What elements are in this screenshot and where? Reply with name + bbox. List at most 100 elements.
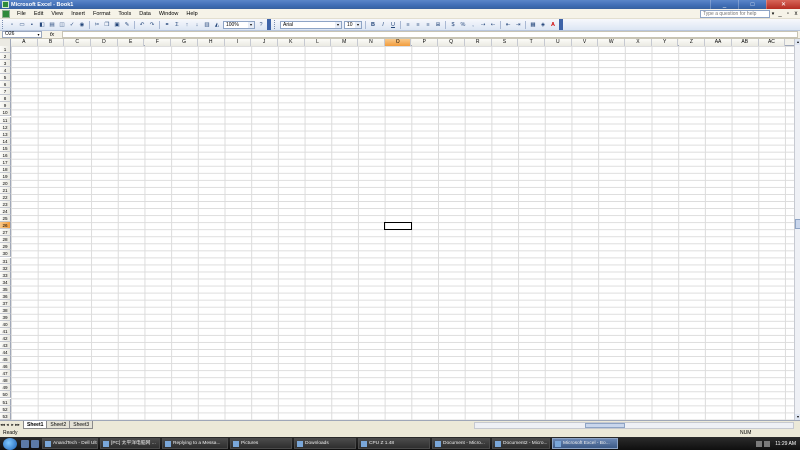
increase-indent-icon[interactable]: ⇥ [514, 21, 522, 29]
network-icon[interactable] [756, 440, 763, 447]
cell-area[interactable] [11, 46, 794, 420]
name-box[interactable]: O26 ▾ [2, 31, 42, 38]
column-header[interactable]: W [598, 39, 626, 46]
open-icon[interactable]: ▭ [18, 21, 26, 29]
start-button[interactable] [3, 437, 17, 450]
decrease-indent-icon[interactable]: ⇤ [504, 21, 512, 29]
undo-icon[interactable]: ↶ [138, 21, 146, 29]
format-painter-icon[interactable]: ✎ [123, 21, 131, 29]
format-toolbar-grip[interactable] [274, 20, 277, 29]
font-size-select[interactable]: 10 ▾ [344, 20, 362, 29]
row-header[interactable]: 19 [0, 172, 11, 180]
zoom-dropdown-icon[interactable]: ▾ [248, 21, 254, 28]
row-header[interactable]: 9 [0, 102, 11, 110]
row-header[interactable]: 21 [0, 187, 11, 195]
row-header[interactable]: 45 [0, 356, 11, 364]
last-sheet-icon[interactable]: ▸▸ [15, 422, 20, 428]
comma-style-icon[interactable]: , [469, 21, 477, 29]
row-header[interactable]: 20 [0, 179, 11, 187]
paste-icon[interactable]: ▣ [113, 21, 121, 29]
row-header[interactable]: 42 [0, 335, 11, 343]
insert-function-icon[interactable]: fx [42, 32, 62, 38]
redo-icon[interactable]: ↷ [148, 21, 156, 29]
column-header[interactable]: AB [731, 39, 759, 46]
merge-center-icon[interactable]: ⊞ [434, 21, 442, 29]
clock[interactable]: 11:29 AM [775, 441, 796, 447]
column-header[interactable]: H [197, 39, 225, 46]
column-header[interactable]: J [251, 39, 278, 46]
column-header[interactable]: F [144, 39, 172, 46]
column-header[interactable]: I [224, 39, 252, 46]
column-header[interactable]: Z [678, 39, 706, 46]
column-header[interactable]: K [278, 39, 305, 46]
row-header[interactable]: 36 [0, 292, 11, 300]
row-header[interactable]: 4 [0, 67, 11, 75]
row-header[interactable]: 34 [0, 278, 11, 286]
vertical-scrollbar[interactable]: ▴ ▾ [794, 39, 800, 420]
column-header[interactable]: R [464, 39, 492, 46]
row-header[interactable]: 26 [0, 222, 11, 230]
row-header[interactable]: 8 [0, 95, 11, 103]
decrease-decimal-icon[interactable]: ⇠ [489, 21, 497, 29]
research-icon[interactable]: ◉ [78, 21, 86, 29]
column-header[interactable]: AC [758, 39, 786, 46]
vertical-scroll-thumb[interactable] [795, 219, 800, 229]
row-header[interactable]: 17 [0, 158, 11, 166]
chart-wizard-icon[interactable]: ▥ [203, 21, 211, 29]
row-header[interactable]: 50 [0, 391, 11, 399]
row-header[interactable]: 38 [0, 306, 11, 314]
taskbar-button[interactable]: Microsoft Excel - Bo... [552, 438, 618, 449]
row-header[interactable]: 15 [0, 144, 11, 152]
row-header[interactable]: 13 [0, 130, 11, 138]
copy-icon[interactable]: ❐ [103, 21, 111, 29]
row-header[interactable]: 6 [0, 81, 11, 89]
row-header[interactable]: 41 [0, 328, 11, 336]
row-header[interactable]: 51 [0, 398, 11, 406]
name-box-dropdown-icon[interactable]: ▾ [36, 32, 41, 37]
row-header[interactable]: 18 [0, 165, 11, 173]
font-size-dropdown-icon[interactable]: ▾ [355, 21, 361, 28]
row-header[interactable]: 53 [0, 412, 11, 420]
currency-button[interactable]: $ [449, 21, 457, 29]
row-header[interactable]: 39 [0, 313, 11, 321]
cut-icon[interactable]: ✂ [93, 21, 101, 29]
column-header[interactable]: N [358, 39, 385, 46]
column-header[interactable]: G [171, 39, 198, 46]
row-header[interactable]: 5 [0, 74, 11, 82]
volume-icon[interactable] [764, 440, 771, 447]
row-header[interactable]: 1 [0, 46, 11, 54]
menu-file[interactable]: File [13, 11, 30, 17]
row-header[interactable]: 29 [0, 243, 11, 251]
row-header[interactable]: 37 [0, 299, 11, 307]
italic-button[interactable]: I [379, 21, 387, 29]
row-header[interactable]: 16 [0, 151, 11, 159]
bold-button[interactable]: B [369, 21, 377, 29]
align-center-icon[interactable]: ≡ [414, 21, 422, 29]
taskbar-button[interactable]: Document2 - Micro... [492, 438, 550, 449]
active-cell[interactable] [384, 221, 412, 230]
row-header[interactable]: 40 [0, 320, 11, 328]
taskbar-button[interactable]: Replying to a Messa... [162, 438, 228, 449]
doc-minimize-button[interactable]: _ [776, 11, 784, 17]
workbook-icon[interactable] [2, 9, 10, 18]
row-header[interactable]: 47 [0, 370, 11, 378]
column-header[interactable]: E [117, 39, 145, 46]
scroll-up-icon[interactable]: ▴ [795, 39, 800, 45]
align-right-icon[interactable]: ≡ [424, 21, 432, 29]
taskbar-button[interactable]: Downloads [294, 438, 356, 449]
column-header[interactable]: U [545, 39, 572, 46]
drawing-icon[interactable]: ◭ [213, 21, 221, 29]
autosum-icon[interactable]: Σ [173, 21, 181, 29]
close-button[interactable]: ✕ [766, 0, 800, 9]
taskbar-button[interactable]: [PC] 太平洋电脑网 ... [100, 438, 160, 449]
sheet-tab-sheet1[interactable]: Sheet1 [23, 421, 48, 429]
row-header[interactable]: 11 [0, 116, 11, 124]
row-header[interactable]: 32 [0, 264, 11, 272]
font-color-icon[interactable]: A [549, 21, 557, 29]
borders-icon[interactable]: ▦ [529, 21, 537, 29]
row-header[interactable]: 22 [0, 194, 11, 202]
taskbar-button[interactable]: Pictures [230, 438, 292, 449]
align-left-icon[interactable]: ≡ [404, 21, 412, 29]
column-header[interactable]: C [64, 39, 92, 46]
maximize-button[interactable]: □ [738, 0, 766, 9]
